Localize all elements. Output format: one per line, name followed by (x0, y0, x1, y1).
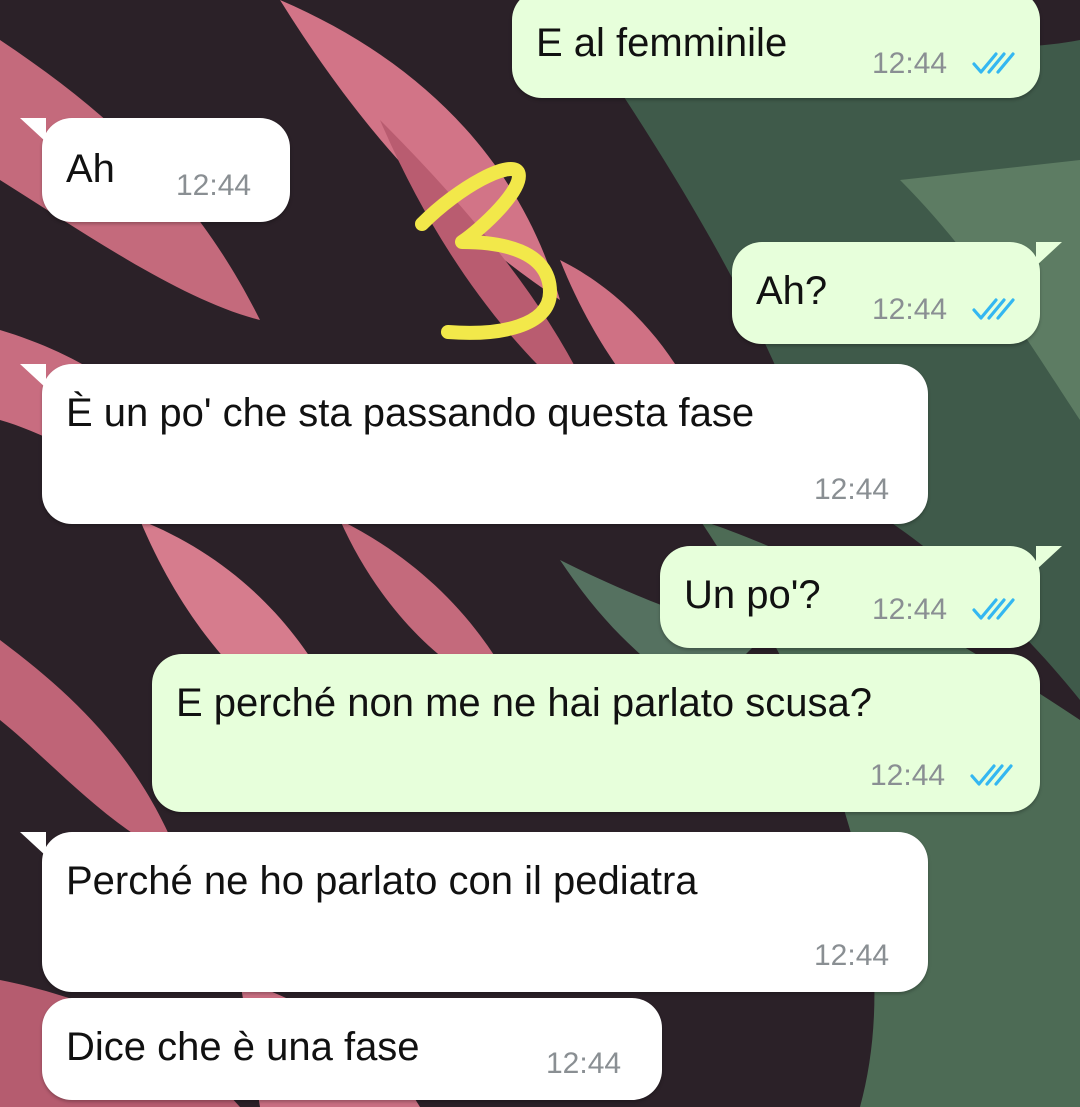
message-text: Perché ne ho parlato con il pediatra (66, 859, 698, 903)
message-timestamp: 12:44 (870, 759, 946, 792)
double-check-read-icon (970, 764, 1013, 786)
message-timestamp: 12:44 (872, 293, 948, 326)
message-timestamp: 12:44 (176, 169, 252, 202)
message-text: E al femminile (536, 21, 788, 65)
message-timestamp: 12:44 (814, 473, 890, 506)
message-timestamp: 12:44 (814, 939, 890, 972)
handwritten-number-3-annotation (415, 162, 557, 340)
message-text: È un po' che sta passando questa fase (66, 391, 755, 435)
bubble-tail (1036, 546, 1062, 570)
double-check-read-icon (972, 598, 1015, 620)
message-text: E perché non me ne hai parlato scusa? (176, 681, 872, 725)
double-check-read-icon (972, 298, 1015, 320)
bubble-tail (20, 832, 46, 856)
outgoing-message-bubble[interactable]: E perché non me ne hai parlato scusa? 12… (152, 654, 1040, 812)
message-timestamp: 12:44 (872, 593, 948, 626)
bubble-tail (20, 118, 46, 142)
message-text: Un po'? (684, 573, 821, 617)
message-text: Dice che è una fase (66, 1025, 420, 1069)
incoming-message-bubble[interactable]: È un po' che sta passando questa fase 12… (20, 364, 928, 524)
bubble-tail (20, 364, 46, 388)
outgoing-message-bubble[interactable]: Ah? 12:44 (732, 242, 1062, 344)
message-timestamp: 12:44 (872, 47, 948, 80)
outgoing-message-bubble[interactable]: Un po'? 12:44 (660, 546, 1062, 648)
bubble-tail (1036, 242, 1062, 266)
message-text: Ah? (756, 269, 828, 313)
outgoing-message-bubble[interactable]: E al femminile 12:44 (512, 0, 1040, 98)
incoming-message-bubble[interactable]: Dice che è una fase 12:44 (42, 998, 662, 1100)
incoming-message-bubble[interactable]: Perché ne ho parlato con il pediatra 12:… (20, 832, 928, 992)
message-text: Ah (66, 147, 115, 191)
incoming-message-bubble[interactable]: Ah 12:44 (20, 118, 290, 222)
message-timestamp: 12:44 (546, 1047, 622, 1080)
double-check-read-icon (972, 52, 1015, 74)
